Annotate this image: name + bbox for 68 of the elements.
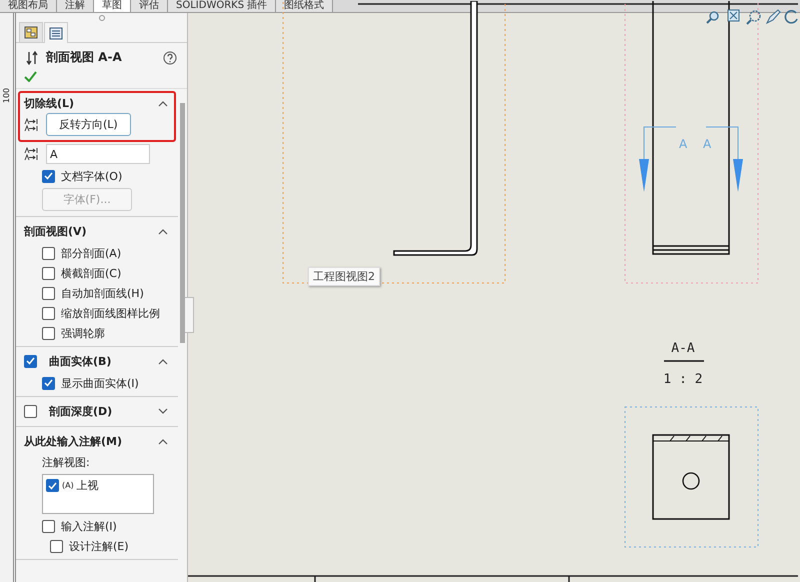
label-input-field[interactable]: A: [46, 144, 150, 164]
field-label: 注解视图:: [42, 455, 90, 470]
property-list-icon: [49, 26, 63, 40]
ribbon-tab[interactable]: 评估: [131, 0, 168, 12]
zoom-to-fit-icon[interactable]: [728, 10, 740, 22]
text-direction-icon: [24, 147, 40, 161]
zoom-icon[interactable]: [746, 10, 761, 25]
text-direction-icon: [24, 118, 40, 132]
section-line-arrow: [639, 126, 676, 192]
panel-splitter-handle[interactable]: [185, 297, 194, 333]
checkbox[interactable]: [42, 326, 55, 340]
checkbox[interactable]: [42, 266, 55, 280]
section-letter: A: [703, 137, 712, 151]
chevron-icon[interactable]: [158, 358, 168, 364]
ribbon-tab[interactable]: 图纸格式: [276, 0, 334, 12]
grip-icon[interactable]: [98, 14, 104, 20]
checkbox[interactable]: [24, 404, 37, 418]
ruler-label: 100: [2, 88, 11, 104]
section-title[interactable]: 曲面实体(B): [49, 354, 158, 368]
ribbon-tab[interactable]: SOLIDWORKS 插件: [168, 0, 276, 12]
view-tooltip: 工程图视图2: [308, 267, 380, 286]
section-letter: A: [679, 137, 688, 151]
scrollbar-thumb[interactable]: [180, 103, 185, 343]
checkbox-label[interactable]: 部分剖面(A): [61, 246, 161, 260]
checkbox-label[interactable]: 文档字体(O): [61, 170, 161, 182]
checkbox-label[interactable]: 显示曲面实体(I): [61, 376, 161, 390]
label-rule: [664, 360, 704, 362]
checkbox[interactable]: [42, 306, 55, 320]
checkbox-label[interactable]: 输入注解(I): [61, 520, 161, 532]
panel-tab[interactable]: [19, 22, 43, 42]
help-icon[interactable]: [163, 50, 177, 64]
swap-arrows-icon: [26, 50, 38, 64]
checkbox-label[interactable]: 缩放剖面线图样比例: [61, 306, 161, 320]
checkbox[interactable]: [42, 170, 55, 182]
chevron-icon[interactable]: [158, 100, 168, 106]
section-title[interactable]: 从此处输入注解(M): [24, 434, 158, 448]
chevron-icon[interactable]: [158, 408, 168, 414]
checkbox[interactable]: [46, 479, 59, 492]
flip-direction-button[interactable]: 反转方向(L): [46, 113, 131, 136]
checkbox[interactable]: [42, 376, 55, 390]
checkbox-label[interactable]: 设计注解(E): [69, 540, 169, 552]
checkbox[interactable]: [42, 520, 55, 532]
ribbon-tab[interactable]: 草图: [94, 0, 131, 12]
view-label: A-A: [671, 341, 695, 356]
view-list-box[interactable]: (A) 上视: [42, 474, 154, 514]
section-title[interactable]: 切除线(L): [24, 96, 158, 110]
chevron-icon[interactable]: [158, 438, 168, 444]
section-title[interactable]: 剖面深度(D): [49, 404, 158, 418]
checkbox-label[interactable]: 自动加剖面线(H): [61, 286, 161, 300]
checkbox-label[interactable]: 横截剖面(C): [61, 266, 161, 280]
section-title[interactable]: 剖面视图(V): [24, 224, 158, 238]
view-key: (A): [62, 481, 74, 490]
panel-tab[interactable]: [44, 22, 68, 43]
rotate-icon[interactable]: [784, 10, 798, 24]
scale-label: 1 : 2: [663, 372, 703, 387]
panel-title: 剖面视图 A-A: [46, 49, 123, 66]
zoom-to-area-icon[interactable]: [706, 11, 719, 24]
checkbox[interactable]: [50, 540, 63, 552]
view-name[interactable]: 上视: [76, 478, 99, 493]
checkbox[interactable]: [42, 246, 55, 260]
chevron-icon[interactable]: [158, 228, 168, 234]
feature-tree-icon: [24, 26, 38, 39]
checkbox-label[interactable]: 强调轮廓: [61, 326, 161, 340]
checkbox[interactable]: [42, 286, 55, 300]
ribbon-tab[interactable]: 视图布局: [0, 0, 57, 12]
ok-check-icon[interactable]: [24, 71, 37, 82]
pencil-icon[interactable]: [766, 9, 781, 24]
checkbox[interactable]: [24, 354, 37, 368]
